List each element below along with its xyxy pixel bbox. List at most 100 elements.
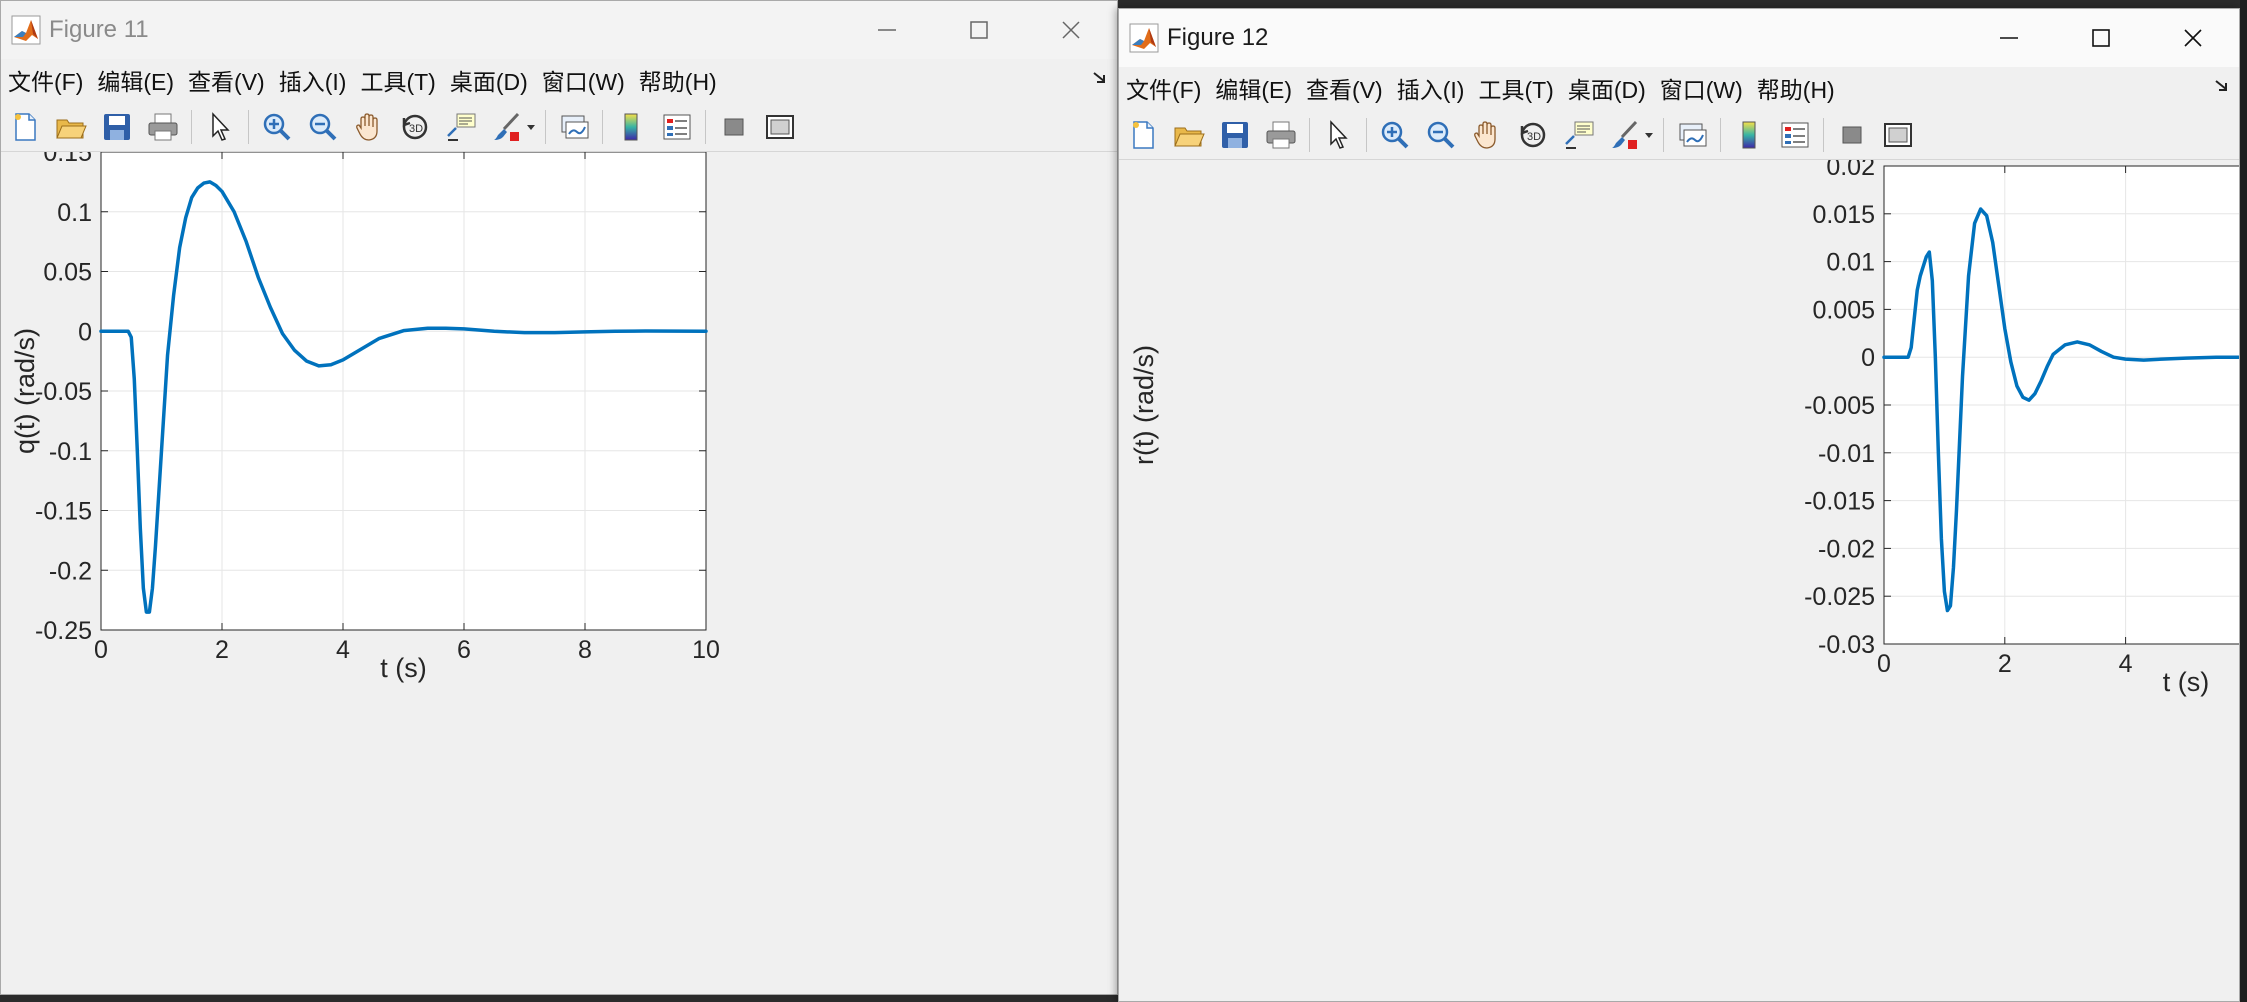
toolbar-separator [1720, 118, 1721, 152]
menu-tools[interactable]: 工具(T) [353, 63, 442, 97]
x-axis-label: t (s) [2163, 667, 2210, 697]
link-plot-button[interactable] [1672, 115, 1712, 155]
hide-plot-tools-button[interactable] [714, 107, 754, 147]
legend-button[interactable] [657, 107, 697, 147]
rotate-3d-button[interactable]: 3D [1513, 115, 1553, 155]
menu-desktop[interactable]: 桌面(D) [1561, 71, 1653, 105]
pointer-button[interactable] [200, 107, 240, 147]
menu-tools[interactable]: 工具(T) [1471, 71, 1560, 105]
maximize-icon [2092, 29, 2110, 47]
minimize-button[interactable] [1963, 9, 2055, 67]
brush-button[interactable] [1605, 115, 1645, 155]
maximize-icon [970, 21, 988, 39]
print-button[interactable] [143, 107, 183, 147]
print-button[interactable] [1261, 115, 1301, 155]
data-cursor-icon [1565, 121, 1594, 149]
x-tick-label: 4 [2119, 650, 2133, 678]
new-figure-button[interactable] [5, 107, 45, 147]
title-bar[interactable]: Figure 12 [1119, 9, 2239, 67]
link-plot-button[interactable] [554, 107, 594, 147]
zoom-in-button[interactable] [257, 107, 297, 147]
menu-insert[interactable]: 插入(I) [1390, 71, 1472, 105]
menu-help[interactable]: 帮助(H) [632, 63, 724, 97]
open-file-button[interactable] [51, 107, 91, 147]
title-bar[interactable]: Figure 11 [1, 1, 1117, 59]
pan-button[interactable] [349, 107, 389, 147]
matlab-icon [11, 15, 41, 45]
menu-edit[interactable]: 编辑(E) [90, 63, 181, 97]
dock-arrow-icon[interactable] [1091, 69, 1109, 87]
colorbar-button[interactable] [1729, 115, 1769, 155]
figure-toolbar: 3D [1, 103, 1117, 152]
toolbar-separator [1309, 118, 1310, 152]
menu-bar: 文件(F) 编辑(E) 查看(V) 插入(I) 工具(T) 桌面(D) 窗口(W… [1119, 67, 2239, 109]
menu-edit[interactable]: 编辑(E) [1208, 71, 1299, 105]
brush-dropdown[interactable] [525, 107, 537, 147]
open-file-icon [56, 119, 87, 139]
svg-text:3D: 3D [1527, 131, 1541, 143]
zoom-in-button[interactable] [1375, 115, 1415, 155]
y-tick-label: -0.01 [1818, 440, 1875, 468]
y-tick-label: -0.05 [35, 378, 92, 406]
save-button[interactable] [97, 107, 137, 147]
maximize-button[interactable] [2055, 9, 2147, 67]
colorbar-button[interactable] [611, 107, 651, 147]
menu-insert[interactable]: 插入(I) [272, 63, 354, 97]
data-cursor-button[interactable] [1559, 115, 1599, 155]
menu-file[interactable]: 文件(F) [1119, 71, 1208, 105]
brush-icon [1612, 120, 1638, 149]
svg-text:3D: 3D [409, 123, 423, 135]
brush-button[interactable] [487, 107, 527, 147]
zoom-out-button[interactable] [1421, 115, 1461, 155]
figure-12-window[interactable]: Figure 12 文件(F) 编辑(E) 查看(V) 插入(I) 工具(T) … [1118, 8, 2240, 1002]
figure-11-window[interactable]: Figure 11 文件(F) 编辑(E) 查看(V) 插入(I) 工具(T) … [0, 0, 1118, 995]
close-button[interactable] [2147, 9, 2239, 67]
menu-bar: 文件(F) 编辑(E) 查看(V) 插入(I) 工具(T) 桌面(D) 窗口(W… [1, 59, 1117, 101]
new-figure-button[interactable] [1123, 115, 1163, 155]
y-tick-label: 0.05 [43, 259, 92, 287]
menu-view[interactable]: 查看(V) [1299, 71, 1390, 105]
maximize-button[interactable] [933, 1, 1025, 59]
toolbar-separator [1823, 118, 1824, 152]
x-tick-label: 6 [457, 636, 471, 664]
rotate-3d-icon: 3D [1520, 122, 1546, 148]
matlab-icon [1129, 23, 1159, 53]
show-plot-tools-icon [766, 115, 794, 139]
save-icon [104, 114, 130, 140]
show-plot-tools-icon [1884, 123, 1912, 147]
menu-desktop[interactable]: 桌面(D) [443, 63, 535, 97]
x-tick-label: 4 [336, 636, 350, 664]
open-file-button[interactable] [1169, 115, 1209, 155]
zoom-out-button[interactable] [303, 107, 343, 147]
toolbar-separator [191, 110, 192, 144]
dock-arrow-icon[interactable] [2213, 77, 2231, 95]
hide-plot-tools-button[interactable] [1832, 115, 1872, 155]
line-chart[interactable]: 0 2 4 6 8 10 0.15 0.1 0.05 0 -0.05 -0.1 -0.15 -0.2 -0.… [1, 152, 1118, 995]
menu-window[interactable]: 窗口(W) [1653, 71, 1750, 105]
brush-dropdown[interactable] [1643, 115, 1655, 155]
save-button[interactable] [1215, 115, 1255, 155]
pan-button[interactable] [1467, 115, 1507, 155]
hide-plot-tools-icon [724, 118, 744, 136]
plot-area: 0 2 4 6 8 10 0.15 0.1 0.05 0 -0.05 -0.1 -0.15 -0.2 -0.… [1, 152, 1117, 994]
data-cursor-button[interactable] [441, 107, 481, 147]
y-tick-label: -0.005 [1804, 392, 1875, 420]
menu-file[interactable]: 文件(F) [1, 63, 90, 97]
y-tick-label: -0.025 [1804, 583, 1875, 611]
menu-view[interactable]: 查看(V) [181, 63, 272, 97]
menu-window[interactable]: 窗口(W) [535, 63, 632, 97]
rotate-3d-button[interactable]: 3D [395, 107, 435, 147]
zoom-out-icon [1427, 121, 1455, 149]
show-plot-tools-button[interactable] [760, 107, 800, 147]
line-chart[interactable]: 02468100.020.0150.010.0050-0.005-0.01-0.… [1119, 160, 2240, 1002]
y-tick-label: -0.03 [1818, 631, 1875, 659]
show-plot-tools-button[interactable] [1878, 115, 1918, 155]
legend-button[interactable] [1775, 115, 1815, 155]
y-tick-label: 0 [78, 318, 92, 346]
close-button[interactable] [1025, 1, 1117, 59]
minimize-button[interactable] [841, 1, 933, 59]
zoom-in-icon [263, 113, 291, 141]
pointer-button[interactable] [1318, 115, 1358, 155]
menu-help[interactable]: 帮助(H) [1750, 71, 1842, 105]
y-tick-label: 0.015 [1812, 201, 1875, 229]
